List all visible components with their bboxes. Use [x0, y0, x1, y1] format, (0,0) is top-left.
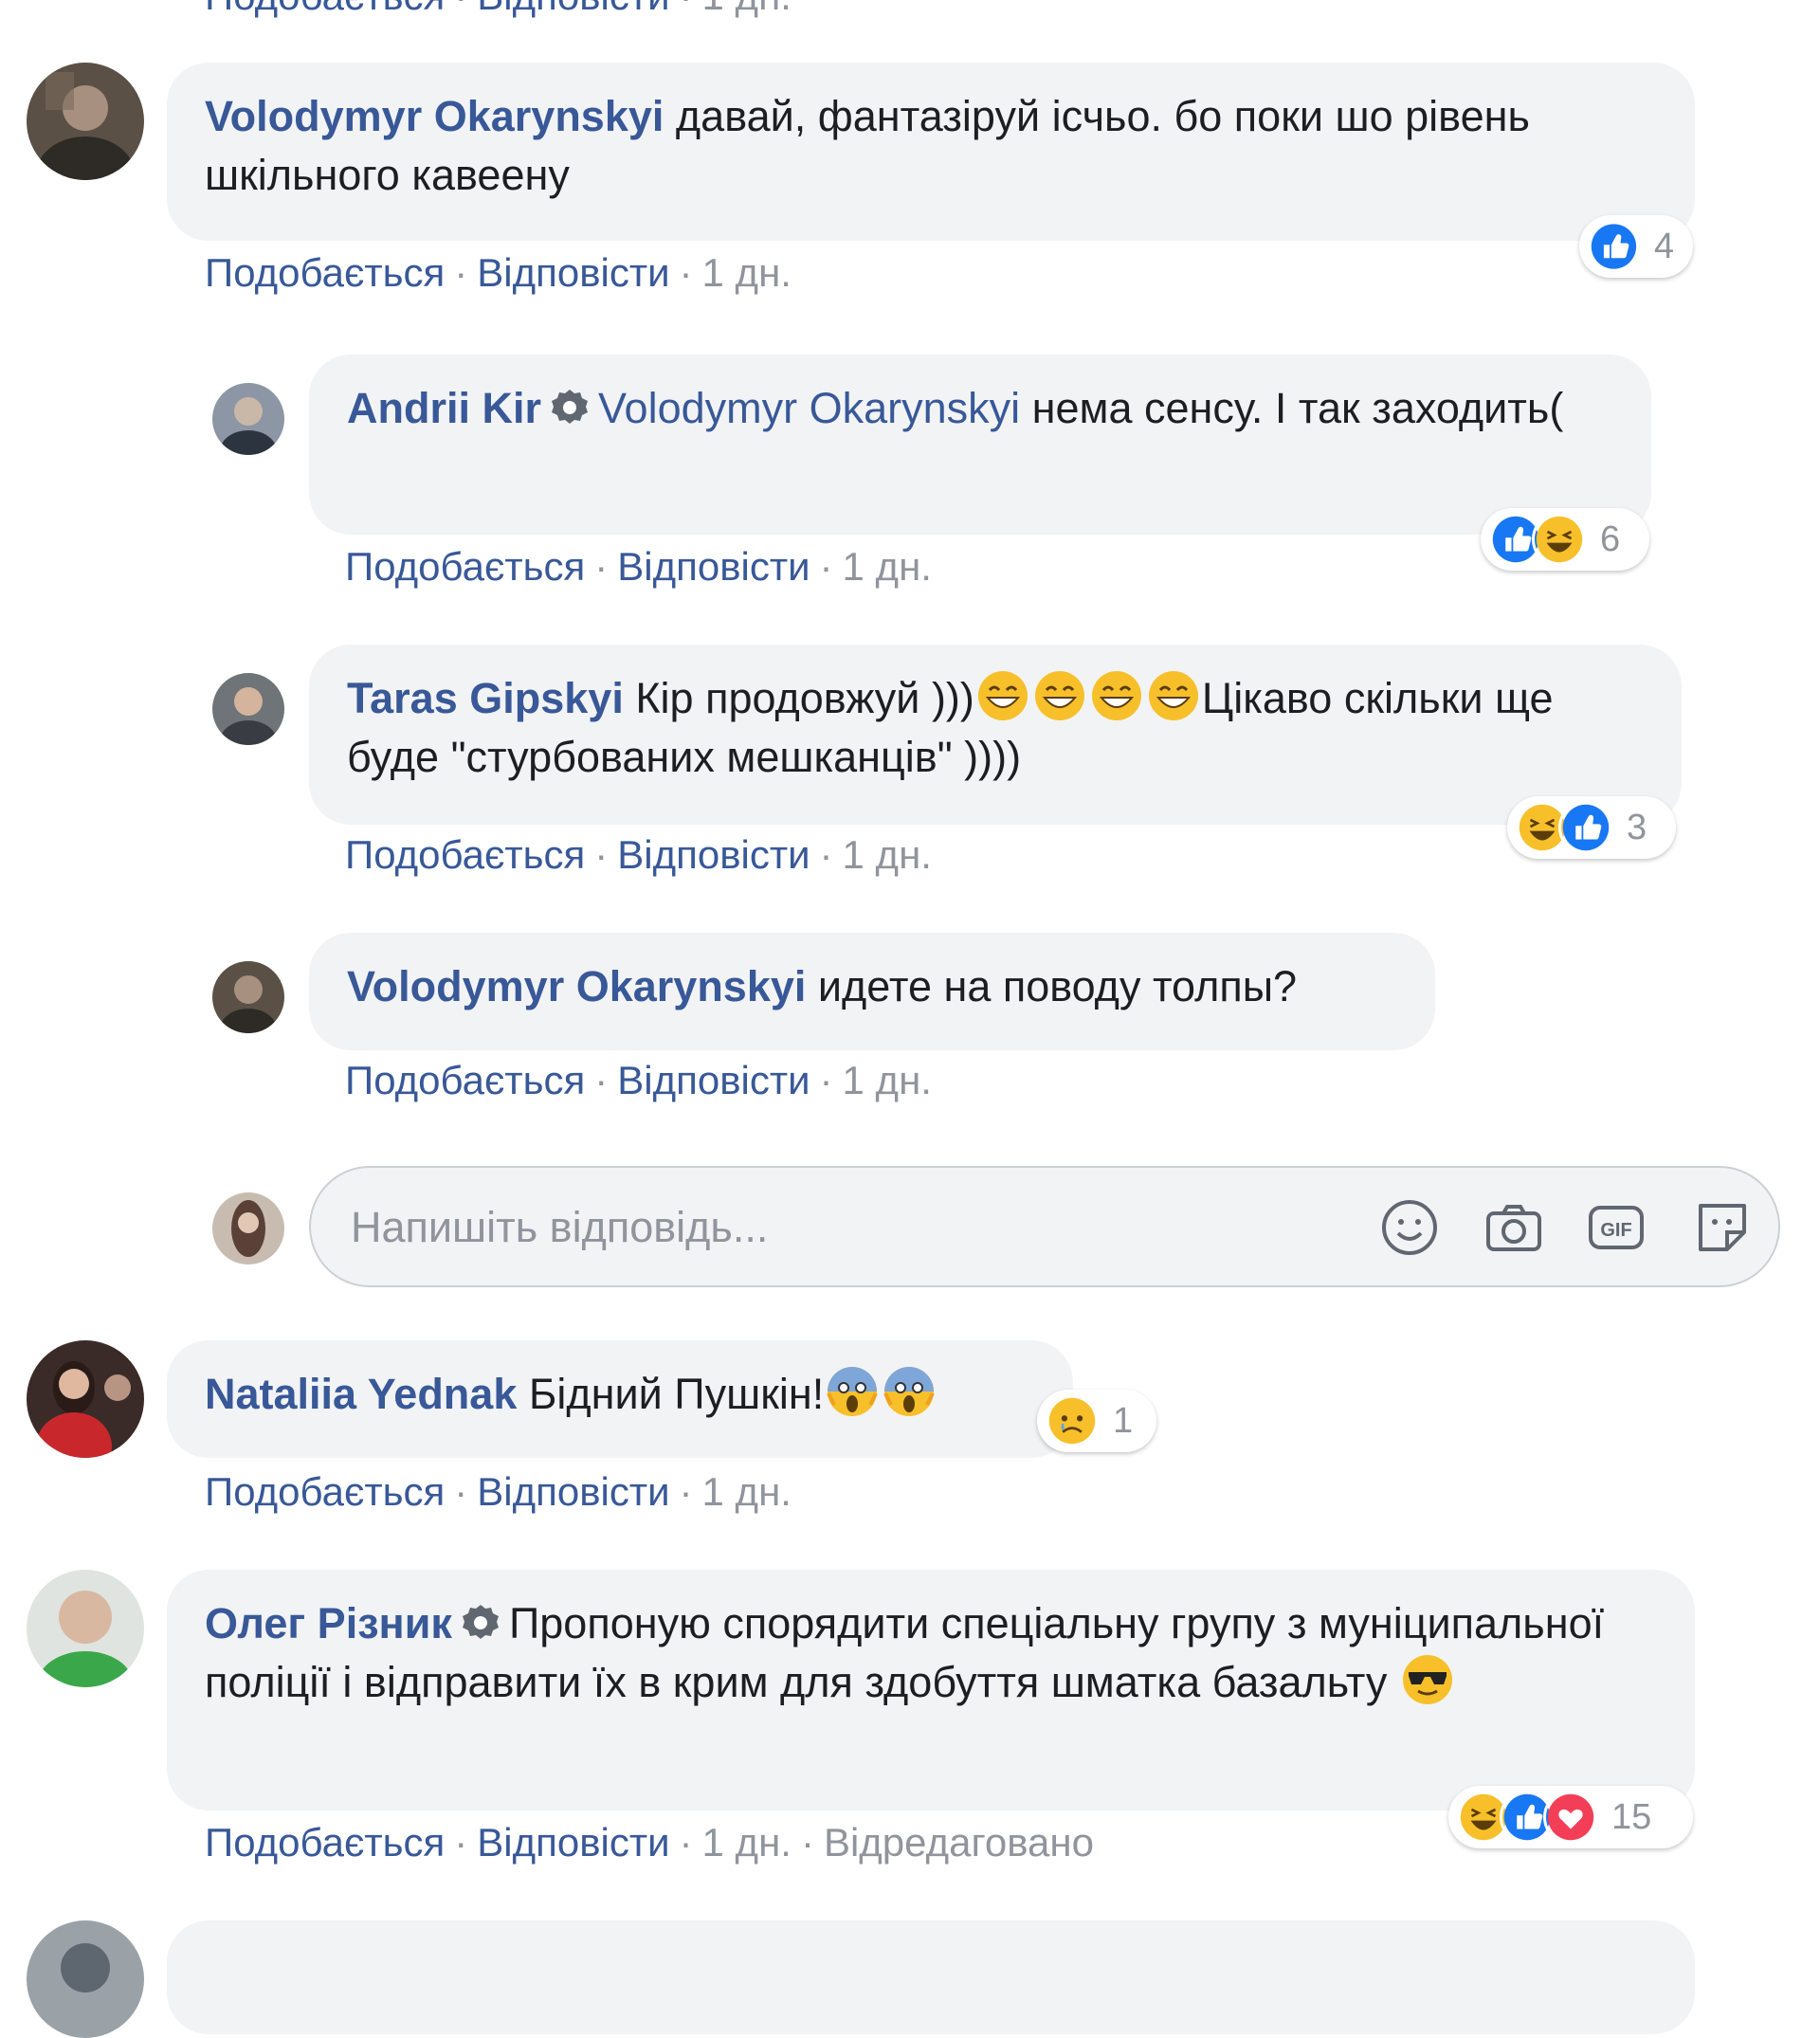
avatar[interactable] — [27, 1570, 144, 1687]
haha-reaction-icon — [1532, 512, 1587, 567]
comment-actions: Подобається·Відповісти·1 дн. — [205, 250, 792, 295]
like-reaction-icon — [1558, 800, 1613, 855]
comment-bubble: Volodymyr Okarynskyi давай, фантазіруй і… — [167, 63, 1695, 241]
comment-author[interactable]: Nataliia Yednak — [205, 1370, 517, 1418]
reply-actions: Подобається · Відповісти · 1 дн. — [345, 544, 932, 589]
like-link[interactable]: Подобається — [205, 250, 445, 295]
verified-icon — [460, 1602, 501, 1644]
avatar[interactable] — [27, 63, 144, 180]
edited-label[interactable]: Відредаговано — [824, 1820, 1094, 1865]
avatar[interactable] — [27, 1920, 144, 2038]
comment-author[interactable]: Andrii Kir — [347, 384, 541, 432]
current-user-avatar — [212, 1192, 284, 1265]
comment-author[interactable]: Олег Різник — [205, 1599, 452, 1647]
comment-bubble: Олег Різник Пропоную спорядити спеціальну… — [167, 1570, 1695, 1811]
comment-actions: Подобається · Відповісти · 1 дн. · Відредагова… — [205, 1820, 1094, 1865]
grin-emoji-icon — [1147, 669, 1200, 722]
reply-actions: Подобається · Відповісти · 1 дн. — [345, 832, 932, 877]
reactions-summary[interactable]: 3 — [1507, 796, 1676, 859]
reactions-summary[interactable]: 15 — [1448, 1786, 1693, 1848]
avatar[interactable] — [212, 961, 284, 1033]
reply-link[interactable]: Відповісти — [617, 544, 810, 589]
like-reaction-icon — [1587, 219, 1641, 274]
reactions-summary[interactable]: 4 — [1579, 215, 1693, 278]
avatar[interactable] — [27, 1340, 144, 1458]
scream-emoji-icon — [883, 1365, 936, 1418]
timestamp[interactable]: 1 дн. — [702, 1469, 792, 1514]
reply-link[interactable]: Відповісти — [617, 832, 810, 877]
comment-text: нема сенсу. І так заходить( — [1031, 384, 1564, 432]
reactions-summary[interactable]: 1 — [1037, 1390, 1156, 1452]
reply-link[interactable]: Відповісти — [477, 1469, 669, 1514]
comment-actions: Подобається·Відповісти·1 дн. — [205, 0, 792, 19]
comment-bubble — [167, 1920, 1695, 2034]
timestamp[interactable]: 1 дн. — [702, 250, 792, 295]
reply-actions: Подобається · Відповісти · 1 дн. — [345, 1058, 932, 1102]
timestamp[interactable]: 1 дн. — [702, 1820, 792, 1865]
reply-bubble: Volodymyr Okarynskyi идете на поводу тол… — [309, 933, 1435, 1050]
comment-actions: Подобається·Відповісти·1 дн. — [205, 1469, 792, 1514]
reply-link[interactable]: Відповісти — [477, 0, 669, 18]
reply-composer: GIF — [309, 1166, 1780, 1287]
timestamp[interactable]: 1 дн. — [843, 544, 932, 589]
reaction-count: 4 — [1653, 226, 1674, 266]
timestamp[interactable]: 1 дн. — [702, 0, 792, 18]
reply-link[interactable]: Відповісти — [617, 1058, 810, 1102]
like-link[interactable]: Подобається — [345, 544, 585, 589]
grin-emoji-icon — [976, 669, 1029, 722]
avatar[interactable] — [212, 673, 284, 745]
svg-text:GIF: GIF — [1600, 1220, 1631, 1241]
gif-icon[interactable]: GIF — [1585, 1196, 1647, 1259]
mention-link[interactable]: Volodymyr Okarynskyi — [598, 384, 1020, 432]
like-link[interactable]: Подобається — [205, 1469, 445, 1514]
grin-emoji-icon — [1033, 669, 1086, 722]
like-link[interactable]: Подобається — [345, 832, 585, 877]
comment-text: Кір продовжуй ))) — [635, 674, 974, 722]
comment-text: идете на поводу толпы? — [817, 962, 1298, 1010]
camera-icon[interactable] — [1483, 1196, 1545, 1259]
like-link[interactable]: Подобається — [345, 1058, 585, 1102]
comment-author[interactable]: Volodymyr Okarynskyi — [347, 962, 806, 1010]
grin-emoji-icon — [1090, 669, 1143, 722]
sad-reaction-icon — [1045, 1393, 1100, 1448]
sunglasses-emoji-icon — [1401, 1653, 1454, 1706]
reaction-count: 6 — [1600, 519, 1621, 559]
like-link[interactable]: Подобається — [205, 1820, 445, 1865]
reply-bubble: Andrii Kir Volodymyr Okarynskyi нема сенс… — [309, 355, 1651, 535]
timestamp[interactable]: 1 дн. — [843, 1058, 932, 1102]
like-link[interactable]: Подобається — [205, 0, 445, 18]
avatar[interactable] — [212, 383, 284, 455]
comment-author[interactable]: Taras Gipskyi — [347, 674, 624, 722]
reply-link[interactable]: Відповісти — [477, 250, 669, 295]
sticker-icon[interactable] — [1691, 1196, 1754, 1259]
reaction-count: 1 — [1113, 1400, 1134, 1441]
verified-icon — [549, 387, 591, 428]
comment-author[interactable]: Volodymyr Okarynskyi — [205, 92, 664, 140]
comment-text: Бідний Пушкін! — [528, 1370, 825, 1418]
timestamp[interactable]: 1 дн. — [843, 832, 932, 877]
reaction-count: 15 — [1611, 1796, 1652, 1837]
reply-link[interactable]: Відповісти — [477, 1820, 669, 1865]
reply-bubble: Taras Gipskyi Кір продовжуй ))) Цікаво ск… — [309, 645, 1682, 825]
love-reaction-icon — [1543, 1790, 1598, 1845]
reply-input[interactable] — [349, 1192, 1301, 1263]
reactions-summary[interactable]: 6 — [1481, 508, 1649, 571]
scream-emoji-icon — [826, 1365, 879, 1418]
emoji-icon[interactable] — [1378, 1196, 1441, 1259]
comment-bubble: Nataliia Yednak Бідний Пушкін! — [167, 1340, 1073, 1458]
reaction-count: 3 — [1627, 807, 1647, 847]
